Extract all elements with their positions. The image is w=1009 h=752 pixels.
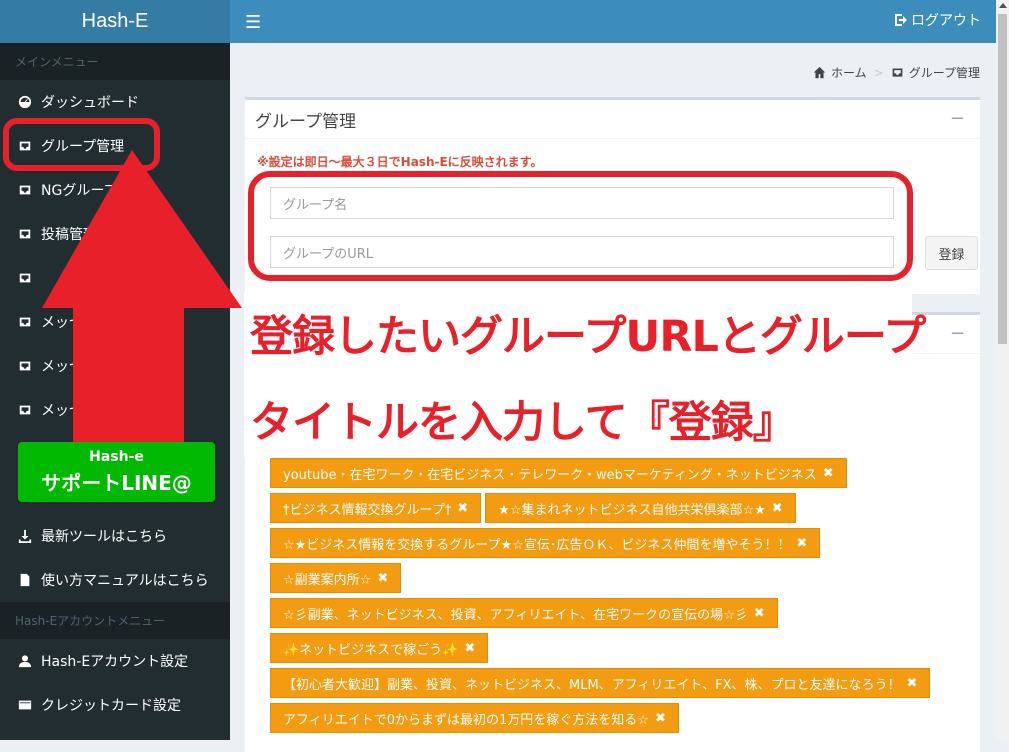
tag-label: †ビジネス情報交換グループ† <box>283 502 452 518</box>
sidebar-item-label: ダッシュボード <box>41 95 139 111</box>
notice-text: ※設定は即日～最大３日でHash-Eに反映されます。 <box>257 155 543 169</box>
remove-icon[interactable]: ✖ <box>772 501 783 516</box>
main-menu-header: メインメニュー <box>0 43 230 80</box>
box-title: グループ管理 <box>255 111 356 132</box>
breadcrumb-current: グループ管理 <box>908 66 980 80</box>
remove-icon[interactable]: ✖ <box>655 711 666 726</box>
credit-card-icon <box>17 697 33 713</box>
annotation-caption-line2: タイトルを入力して『登録』 <box>250 398 796 448</box>
tag-label: アフィリエイトで0からまずは最初の1万円を稼ぐ方法を知る☆ <box>283 712 649 728</box>
group-tag[interactable]: ★☆集まれネットビジネス自他共栄倶楽部☆★ ✖ <box>485 493 796 523</box>
remove-icon[interactable]: ✖ <box>754 606 765 621</box>
group-tag[interactable]: アフィリエイトで0からまずは最初の1万円を稼ぐ方法を知る☆ ✖ <box>270 703 679 733</box>
annotation-caption-line1: 登録したいグループURLとグループ <box>250 312 926 362</box>
home-icon <box>813 66 826 79</box>
tag-label: ☆★ビジネス情報を交換するグループ★☆宣伝･広告ＯＫ、ビジネス仲間を増やそう！！ <box>283 537 791 553</box>
inbox-icon <box>17 358 33 374</box>
inbox-icon <box>17 314 33 330</box>
user-icon <box>17 653 33 669</box>
tag-label: youtube・在宅ワーク・在宅ビジネス・テレワーク・webマーケティング・ネッ… <box>283 467 817 483</box>
box-header: グループ管理 − <box>245 100 980 139</box>
breadcrumb: ホーム > グループ管理 <box>813 64 980 81</box>
dashboard-icon <box>17 94 33 110</box>
sidebar-item-label: 最新ツールはこちら <box>41 529 167 545</box>
breadcrumb-separator: > <box>873 65 884 80</box>
inbox-icon <box>892 68 903 77</box>
sidebar-item-label: 使い方マニュアルはこちら <box>41 573 209 589</box>
sidebar-item-manual[interactable]: 使い方マニュアルはこちら <box>0 558 230 602</box>
remove-icon[interactable]: ✖ <box>796 536 807 551</box>
up-arrow-icon <box>42 150 242 442</box>
collapse-button[interactable]: − <box>950 108 965 129</box>
sidebar-item-label: クレジットカード設定 <box>41 698 181 714</box>
logout-button[interactable]: ログアウト <box>893 10 981 30</box>
remove-icon[interactable]: ✖ <box>377 571 388 586</box>
sidebar-item-label: Hash-Eアカウント設定 <box>41 654 189 670</box>
tag-label: ☆副業案内所☆ <box>283 572 372 588</box>
sidebar-toggle-button[interactable]: ☰ <box>245 12 261 33</box>
line-support-badge[interactable]: Hash-e サポートLINE@ <box>18 442 215 502</box>
remove-icon[interactable]: ✖ <box>823 466 834 481</box>
line-badge-label: サポートLINE@ <box>41 470 192 495</box>
tag-label: ★☆集まれネットビジネス自他共栄倶楽部☆★ <box>498 502 766 518</box>
sidebar-item-latest-tool[interactable]: 最新ツールはこちら <box>0 514 230 558</box>
remove-icon[interactable]: ✖ <box>464 641 475 656</box>
group-tag[interactable]: 【初心者大歓迎】副業、投資、ネットビジネス、MLM、アフィリエイト、FX、株、プ… <box>270 668 931 698</box>
group-tag[interactable]: ☆彡副業、ネットビジネス、投資、アフィリエイト、在宅ワークの宣伝の場☆彡 ✖ <box>270 598 778 628</box>
group-tag-list: youtube・在宅ワーク・在宅ビジネス・テレワーク・webマーケティング・ネッ… <box>270 458 975 738</box>
collapse-button[interactable]: − <box>950 323 965 344</box>
scroll-up-arrow-icon[interactable] <box>999 3 1007 8</box>
file-icon <box>17 572 33 588</box>
line-badge-title: Hash-e <box>89 448 144 465</box>
highlight-box-inputs <box>248 171 913 281</box>
sidebar-item-account-settings[interactable]: Hash-Eアカウント設定 <box>0 639 230 683</box>
tag-label: ☆彡副業、ネットビジネス、投資、アフィリエイト、在宅ワークの宣伝の場☆彡 <box>283 607 748 623</box>
breadcrumb-home[interactable]: ホーム <box>831 64 867 81</box>
account-menu-header: Hash-Eアカウントメニュー <box>0 602 230 639</box>
sidebar-item-credit-card[interactable]: クレジットカード設定 <box>0 683 230 727</box>
group-tag[interactable]: ☆副業案内所☆ ✖ <box>270 563 402 593</box>
inbox-icon <box>17 270 33 286</box>
group-tag[interactable]: ✨ネットビジネスで稼ごう✨ ✖ <box>270 633 489 663</box>
inbox-icon <box>17 182 33 198</box>
inbox-icon <box>17 402 33 418</box>
logout-label: ログアウト <box>911 13 981 29</box>
group-tag[interactable]: ☆★ビジネス情報を交換するグループ★☆宣伝･広告ＯＫ、ビジネス仲間を増やそう！！… <box>270 528 821 558</box>
tag-label: 【初心者大歓迎】副業、投資、ネットビジネス、MLM、アフィリエイト、FX、株、プ… <box>283 677 901 693</box>
sign-out-icon <box>895 14 907 26</box>
page-scrollbar[interactable] <box>996 0 1009 740</box>
remove-icon[interactable]: ✖ <box>907 676 918 691</box>
group-tag[interactable]: †ビジネス情報交換グループ† ✖ <box>270 493 482 523</box>
top-navbar: ☰ ログアウト <box>230 0 996 43</box>
app-logo-text: Hash-E <box>81 10 149 32</box>
app-logo[interactable]: Hash-E <box>0 0 230 43</box>
remove-icon[interactable]: ✖ <box>457 501 468 516</box>
download-icon <box>17 528 33 544</box>
inbox-icon <box>17 226 33 242</box>
group-tag[interactable]: youtube・在宅ワーク・在宅ビジネス・テレワーク・webマーケティング・ネッ… <box>270 458 847 488</box>
scroll-thumb[interactable] <box>998 14 1007 344</box>
tag-label: ✨ネットビジネスで稼ごう✨ <box>283 642 459 658</box>
register-button[interactable]: 登録 <box>925 236 978 270</box>
